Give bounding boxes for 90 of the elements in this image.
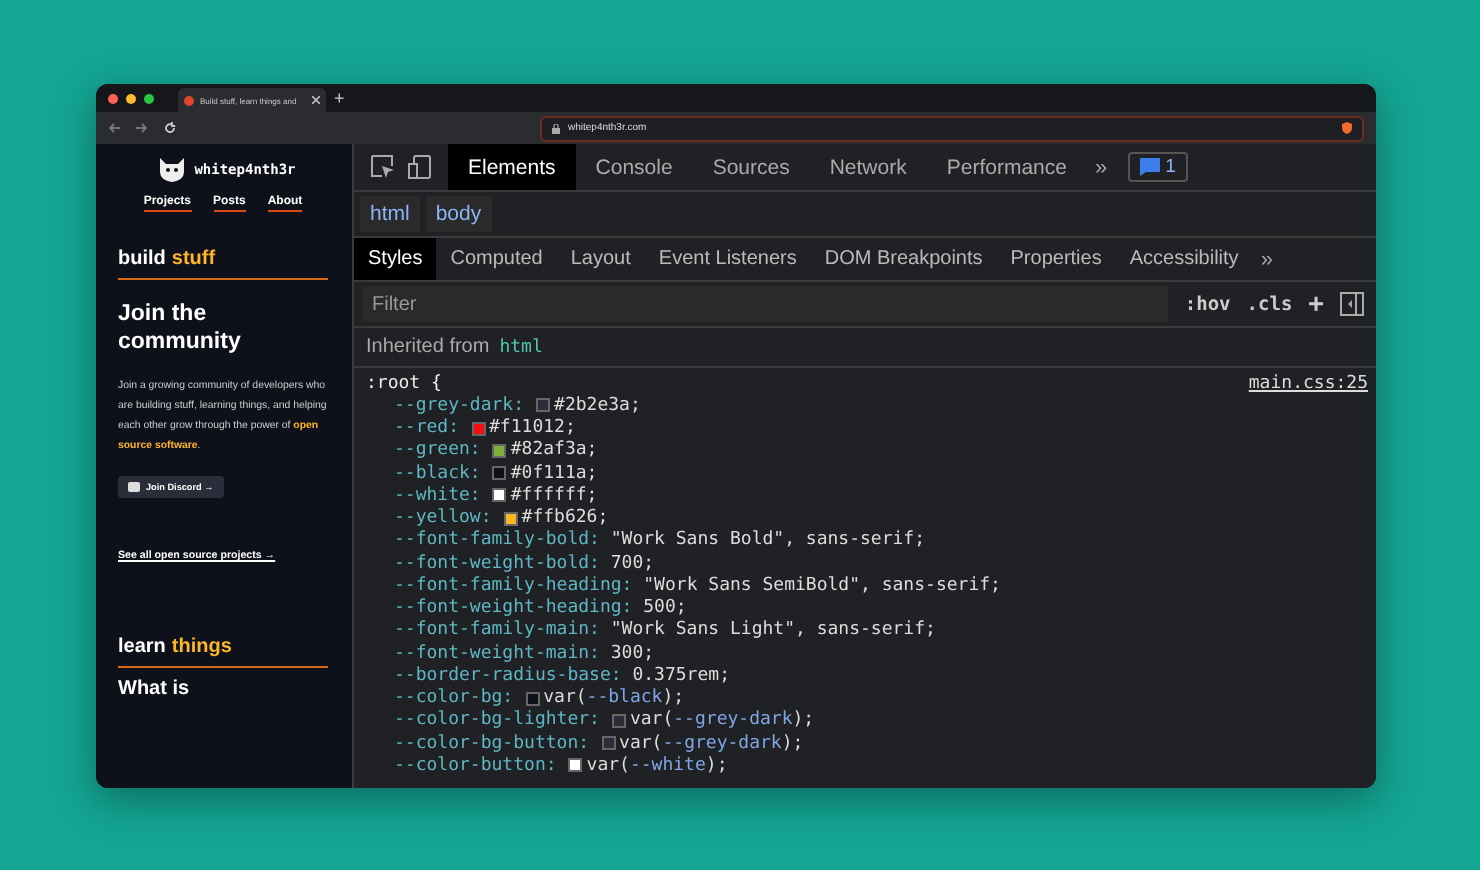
new-tab-button[interactable]: + — [334, 88, 345, 108]
css-value: var(--grey-dark); — [619, 733, 804, 754]
back-icon[interactable] — [108, 122, 120, 134]
issues-button[interactable]: 1 — [1127, 152, 1188, 182]
styles-subtab[interactable]: Layout — [556, 238, 645, 280]
devtools-tab[interactable]: Network — [809, 144, 927, 190]
color-swatch[interactable] — [536, 398, 551, 413]
styles-subtab[interactable]: Properties — [996, 238, 1116, 280]
sidebar-toggle-icon[interactable] — [1340, 292, 1364, 316]
device-icon[interactable] — [408, 154, 432, 180]
styles-subtab[interactable]: DOM Breakpoints — [810, 238, 997, 280]
color-swatch[interactable] — [471, 421, 486, 436]
css-property: --border-radius-base: — [394, 665, 622, 686]
css-value: 500; — [643, 598, 687, 619]
css-property: --font-family-bold: — [394, 530, 600, 551]
maximize-window-icon[interactable] — [144, 93, 154, 103]
css-value: var(--white); — [586, 755, 728, 776]
reload-icon[interactable] — [164, 122, 176, 134]
devtools-tab[interactable]: Elements — [448, 144, 576, 190]
css-property: --green: — [394, 440, 481, 461]
css-property: --font-weight-bold: — [394, 553, 600, 574]
minimize-window-icon[interactable] — [126, 93, 136, 103]
color-swatch[interactable] — [492, 466, 507, 481]
chat-icon — [128, 482, 140, 493]
color-swatch[interactable] — [525, 691, 540, 706]
devtools-tab[interactable]: Performance — [926, 144, 1087, 190]
css-property: --yellow: — [394, 508, 492, 529]
css-value: "Work Sans Light", sans-serif; — [610, 620, 936, 641]
devtools-tab[interactable]: Sources — [692, 144, 810, 190]
styles-subtab[interactable]: Computed — [436, 238, 557, 280]
styles-subtab[interactable]: Accessibility — [1115, 238, 1253, 280]
styles-subtab[interactable]: Event Listeners — [644, 238, 811, 280]
lock-icon — [552, 123, 560, 133]
css-value: "Work Sans SemiBold", sans-serif; — [643, 575, 1001, 596]
inherited-element[interactable]: html — [499, 337, 543, 357]
color-swatch[interactable] — [503, 511, 518, 526]
css-value: #ffffff; — [510, 485, 598, 506]
css-property: --font-family-heading: — [394, 575, 633, 596]
new-rule-button[interactable]: + — [1300, 289, 1332, 319]
forward-icon[interactable] — [136, 122, 148, 134]
section-heading: learn things — [118, 636, 328, 669]
css-property: --black: — [394, 463, 481, 484]
close-icon[interactable] — [312, 96, 320, 104]
color-swatch[interactable] — [568, 758, 583, 773]
css-property: --color-bg-lighter: — [394, 710, 600, 731]
hover-toggle[interactable]: :hov — [1176, 293, 1239, 315]
css-property: --color-button: — [394, 755, 557, 776]
more-tabs-button[interactable]: » — [1086, 155, 1116, 179]
css-value: var(--black); — [543, 688, 685, 709]
css-value: #f11012; — [489, 418, 576, 439]
message-icon — [1139, 158, 1160, 176]
css-property: --color-bg-button: — [394, 733, 590, 754]
css-value: #ffb626; — [521, 508, 609, 529]
close-window-icon[interactable] — [108, 93, 118, 103]
css-value: var(--grey-dark); — [629, 710, 815, 731]
inspect-icon[interactable] — [370, 154, 396, 180]
more-subtabs-button[interactable]: » — [1252, 247, 1281, 271]
class-toggle[interactable]: .cls — [1238, 293, 1301, 315]
css-value: 300; — [610, 643, 655, 664]
cat-logo-icon — [158, 156, 187, 182]
section-title: What is — [118, 678, 192, 701]
css-property: --white: — [394, 485, 481, 506]
css-value: #0f111a; — [510, 463, 598, 484]
css-property: --red: — [394, 418, 460, 439]
breadcrumb[interactable]: html — [360, 196, 420, 232]
css-value: #2b2e3a; — [554, 395, 641, 416]
breadcrumb[interactable]: body — [425, 196, 492, 232]
css-property: --font-weight-main: — [394, 643, 600, 664]
css-property: --font-weight-heading: — [394, 598, 633, 619]
color-swatch[interactable] — [492, 443, 507, 458]
filter-field[interactable]: Filter — [362, 286, 1169, 322]
section-heading: build stuff — [118, 248, 328, 280]
community-title: Join the community — [118, 300, 243, 358]
devtools-tab[interactable]: Console — [575, 144, 693, 190]
color-swatch[interactable] — [492, 488, 507, 503]
color-swatch[interactable] — [611, 713, 626, 728]
css-selector: :root { — [366, 373, 442, 394]
source-link[interactable]: main.css:25 — [1248, 373, 1368, 394]
css-property: --grey-dark: — [394, 395, 525, 416]
favicon-icon — [184, 95, 194, 105]
shield-icon[interactable] — [1342, 122, 1352, 134]
color-swatch[interactable] — [601, 736, 616, 751]
css-value: 0.375rem; — [632, 665, 730, 686]
styles-subtab[interactable]: Styles — [354, 238, 437, 280]
css-property: --color-bg: — [394, 688, 514, 709]
css-value: #82af3a; — [510, 440, 598, 461]
css-property: --font-family-main: — [394, 620, 600, 641]
css-value: "Work Sans Bold", sans-serif; — [610, 530, 926, 551]
css-value: 700; — [610, 553, 655, 574]
inherited-label: Inherited from — [366, 336, 490, 358]
